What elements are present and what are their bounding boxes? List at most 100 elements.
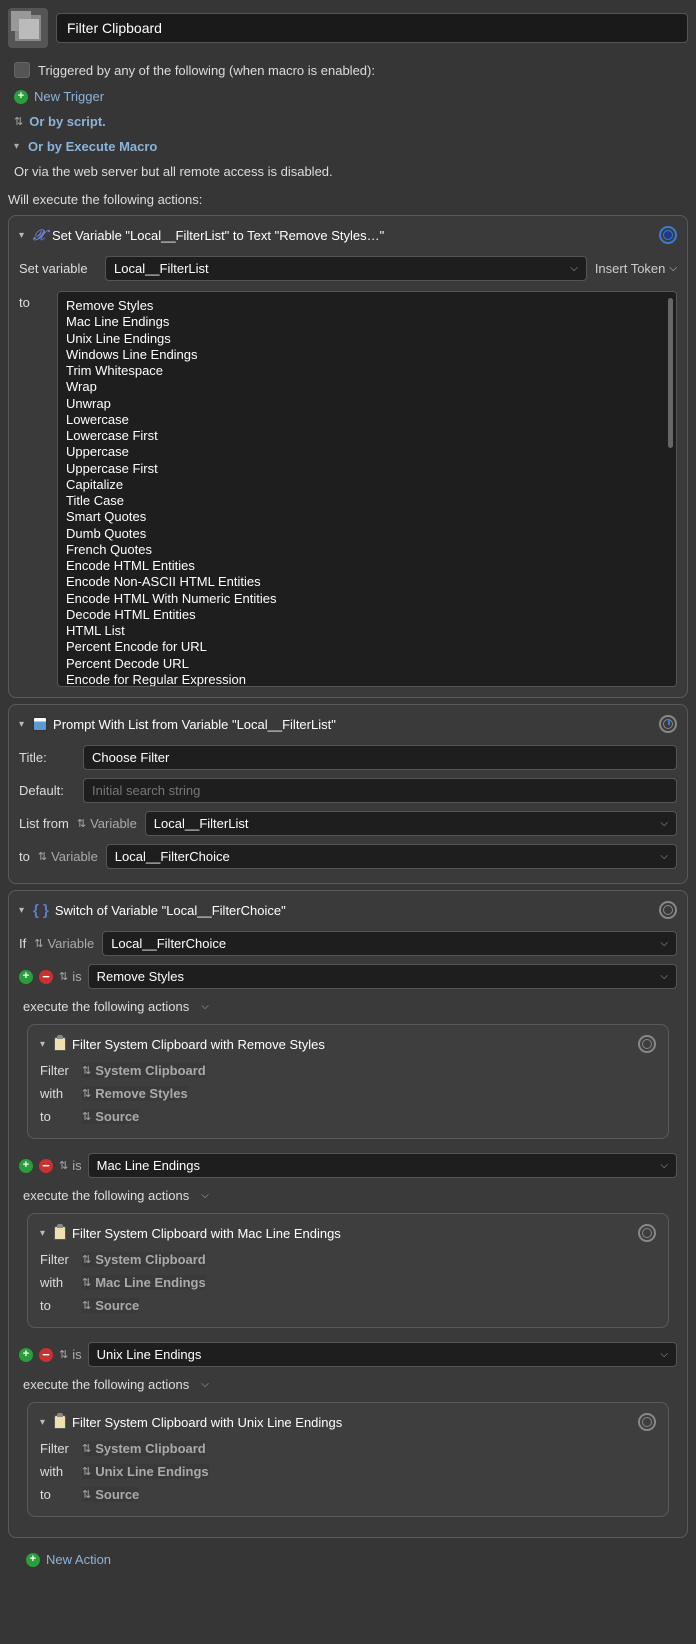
filter-with-select[interactable]: ⇅Unix Line Endings bbox=[82, 1464, 209, 1479]
filter-source-select[interactable]: ⇅System Clipboard bbox=[82, 1252, 206, 1267]
nested-action-title: Filter System Clipboard with Remove Styl… bbox=[72, 1037, 325, 1052]
gear-icon[interactable] bbox=[659, 715, 677, 733]
to-value-select[interactable]: Local__FilterChoice⌵ bbox=[106, 844, 677, 869]
text-line: Wrap bbox=[66, 379, 668, 395]
add-case-icon[interactable]: + bbox=[19, 1159, 33, 1173]
insert-token-button[interactable]: Insert Token⌵ bbox=[595, 261, 677, 276]
add-action-icon[interactable]: + bbox=[26, 1553, 40, 1567]
text-line: Decode HTML Entities bbox=[66, 607, 668, 623]
if-label: If bbox=[19, 936, 26, 951]
gear-icon[interactable] bbox=[659, 226, 677, 244]
case-operator-select[interactable]: ⇅is bbox=[59, 1347, 82, 1362]
action-title: Prompt With List from Variable "Local__F… bbox=[53, 717, 336, 732]
remove-case-icon[interactable]: − bbox=[39, 970, 53, 984]
case-value-select[interactable]: Mac Line Endings⌵ bbox=[88, 1153, 677, 1178]
prompt-title-input[interactable]: Choose Filter bbox=[83, 745, 677, 770]
filter-to-select[interactable]: ⇅Source bbox=[82, 1109, 139, 1124]
action-title: Set Variable "Local__FilterList" to Text… bbox=[52, 228, 384, 243]
text-line: Encode HTML With Numeric Entities bbox=[66, 591, 668, 607]
add-case-icon[interactable]: + bbox=[19, 970, 33, 984]
text-line: Encode HTML Entities bbox=[66, 558, 668, 574]
chevron-down-icon: ⌵ bbox=[570, 263, 578, 274]
action-switch[interactable]: ▾ { } Switch of Variable "Local__FilterC… bbox=[8, 890, 688, 1538]
action-prompt-with-list[interactable]: ▾ Prompt With List from Variable "Local_… bbox=[8, 704, 688, 884]
or-by-execute-macro-link[interactable]: Or by Execute Macro bbox=[28, 139, 157, 154]
filter-with-select[interactable]: ⇅Remove Styles bbox=[82, 1086, 188, 1101]
filter-source-select[interactable]: ⇅System Clipboard bbox=[82, 1063, 206, 1078]
filter-with-select[interactable]: ⇅Mac Line Endings bbox=[82, 1275, 206, 1290]
text-line: Dumb Quotes bbox=[66, 526, 668, 542]
text-line: Lowercase bbox=[66, 412, 668, 428]
filter-label: Filter bbox=[40, 1252, 74, 1267]
list-from-value-select[interactable]: Local__FilterList⌵ bbox=[145, 811, 677, 836]
chevron-down-icon[interactable]: ▾ bbox=[19, 230, 24, 241]
gear-icon[interactable] bbox=[638, 1413, 656, 1431]
chevron-down-icon[interactable]: ▾ bbox=[40, 1417, 45, 1428]
chevron-down-icon[interactable]: ▾ bbox=[19, 905, 24, 916]
case-value-select[interactable]: Remove Styles⌵ bbox=[88, 964, 677, 989]
nested-filter-action[interactable]: ▾ Filter System Clipboard with Unix Line… bbox=[27, 1402, 669, 1517]
to-label: to bbox=[40, 1298, 74, 1313]
text-line: Encode for Regular Expression bbox=[66, 672, 668, 687]
will-execute-label: Will execute the following actions: bbox=[8, 188, 688, 209]
chevron-down-icon[interactable]: ▾ bbox=[40, 1039, 45, 1050]
chevron-down-icon[interactable]: ⌵ bbox=[201, 1001, 209, 1012]
macro-title-input[interactable] bbox=[56, 13, 688, 43]
text-line: Capitalize bbox=[66, 477, 668, 493]
web-server-text: Or via the web server but all remote acc… bbox=[14, 164, 333, 179]
list-from-label: List from bbox=[19, 816, 69, 831]
gear-icon[interactable] bbox=[659, 901, 677, 919]
variable-name-select[interactable]: Local__FilterList ⌵ bbox=[105, 256, 587, 281]
if-value-select[interactable]: Local__FilterChoice⌵ bbox=[102, 931, 677, 956]
gear-icon[interactable] bbox=[638, 1035, 656, 1053]
list-from-type-select[interactable]: ⇅Variable bbox=[77, 816, 137, 831]
execute-actions-label: execute the following actions bbox=[23, 1377, 189, 1392]
chevron-down-icon[interactable]: ▾ bbox=[19, 719, 24, 730]
case-operator-select[interactable]: ⇅is bbox=[59, 969, 82, 984]
execute-actions-label: execute the following actions bbox=[23, 1188, 189, 1203]
filter-source-select[interactable]: ⇅System Clipboard bbox=[82, 1441, 206, 1456]
text-line: Remove Styles bbox=[66, 298, 668, 314]
new-action-link[interactable]: New Action bbox=[46, 1552, 111, 1567]
action-set-variable[interactable]: ▾ 𝒳 Set Variable "Local__FilterList" to … bbox=[8, 215, 688, 698]
remove-case-icon[interactable]: − bbox=[39, 1159, 53, 1173]
chevron-down-icon[interactable]: ⌵ bbox=[201, 1190, 209, 1201]
macro-icon[interactable] bbox=[8, 8, 48, 48]
title-label: Title: bbox=[19, 750, 75, 765]
clipboard-icon bbox=[54, 1415, 66, 1429]
gear-icon[interactable] bbox=[638, 1224, 656, 1242]
text-line: Title Case bbox=[66, 493, 668, 509]
filter-to-select[interactable]: ⇅Source bbox=[82, 1298, 139, 1313]
with-label: with bbox=[40, 1275, 74, 1290]
chevron-down-icon: ⌵ bbox=[660, 818, 668, 829]
text-line: Encode Non-ASCII HTML Entities bbox=[66, 574, 668, 590]
text-line: Percent Encode for URL bbox=[66, 639, 668, 655]
to-type-select[interactable]: ⇅Variable bbox=[38, 849, 98, 864]
nested-action-title: Filter System Clipboard with Unix Line E… bbox=[72, 1415, 342, 1430]
remove-case-icon[interactable]: − bbox=[39, 1348, 53, 1362]
to-label: to bbox=[19, 291, 49, 687]
prompt-default-input[interactable]: Initial search string bbox=[83, 778, 677, 803]
nested-filter-action[interactable]: ▾ Filter System Clipboard with Remove St… bbox=[27, 1024, 669, 1139]
triggers-enabled-checkbox[interactable] bbox=[14, 62, 30, 78]
add-case-icon[interactable]: + bbox=[19, 1348, 33, 1362]
scrollbar[interactable] bbox=[668, 298, 673, 448]
to-label: to bbox=[40, 1487, 74, 1502]
chevron-down-icon[interactable]: ▾ bbox=[40, 1228, 45, 1239]
chevron-down-icon[interactable]: ▾ bbox=[14, 141, 19, 152]
chevron-down-icon: ⌵ bbox=[660, 1160, 668, 1171]
nested-filter-action[interactable]: ▾ Filter System Clipboard with Mac Line … bbox=[27, 1213, 669, 1328]
text-line: HTML List bbox=[66, 623, 668, 639]
add-trigger-icon[interactable]: + bbox=[14, 90, 28, 104]
new-trigger-link[interactable]: New Trigger bbox=[34, 89, 104, 104]
case-value-select[interactable]: Unix Line Endings⌵ bbox=[88, 1342, 677, 1367]
filter-to-select[interactable]: ⇅Source bbox=[82, 1487, 139, 1502]
chevron-down-icon[interactable]: ⌵ bbox=[201, 1379, 209, 1390]
if-type-select[interactable]: ⇅Variable bbox=[34, 936, 94, 951]
or-by-script-link[interactable]: Or by script. bbox=[29, 114, 106, 129]
variable-text-textarea[interactable]: Remove StylesMac Line EndingsUnix Line E… bbox=[57, 291, 677, 687]
list-icon bbox=[33, 717, 47, 731]
text-line: Uppercase First bbox=[66, 461, 668, 477]
case-operator-select[interactable]: ⇅is bbox=[59, 1158, 82, 1173]
nested-action-title: Filter System Clipboard with Mac Line En… bbox=[72, 1226, 341, 1241]
